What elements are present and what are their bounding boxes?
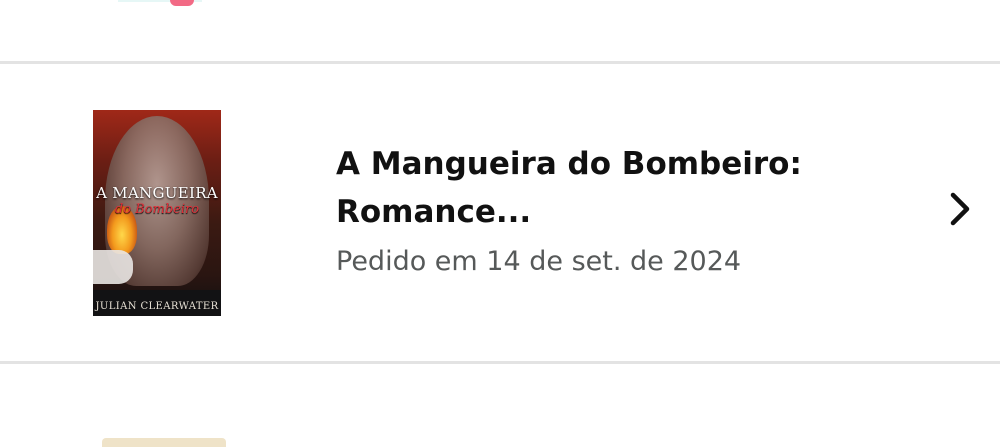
list-divider xyxy=(0,361,1000,364)
order-title-line-1: A Mangueira do Bombeiro: xyxy=(336,146,802,182)
cover-author: JULIAN CLEARWATER xyxy=(95,301,219,312)
previous-order-thumbnail[interactable] xyxy=(118,0,202,8)
chevron-right-icon[interactable] xyxy=(944,189,976,229)
order-title-line-2: Romance... xyxy=(336,194,532,230)
order-item-title[interactable]: A Mangueira do Bombeiro: Romance... xyxy=(336,140,856,236)
cover-title: A MANGUEIRA xyxy=(96,184,218,202)
cover-subtitle: do Bombeiro xyxy=(114,202,200,217)
orders-list-screen: A MANGUEIRA do Bombeiro JULIAN CLEARWATE… xyxy=(0,0,1000,447)
order-list-item[interactable]: A MANGUEIRA do Bombeiro JULIAN CLEARWATE… xyxy=(0,64,1000,361)
order-date: Pedido em 14 de set. de 2024 xyxy=(336,246,742,277)
next-order-thumbnail[interactable] xyxy=(102,438,226,447)
previous-thumbnail-accent xyxy=(170,0,194,6)
book-cover-image: A MANGUEIRA do Bombeiro JULIAN CLEARWATE… xyxy=(93,110,221,316)
cover-hose xyxy=(93,250,133,284)
